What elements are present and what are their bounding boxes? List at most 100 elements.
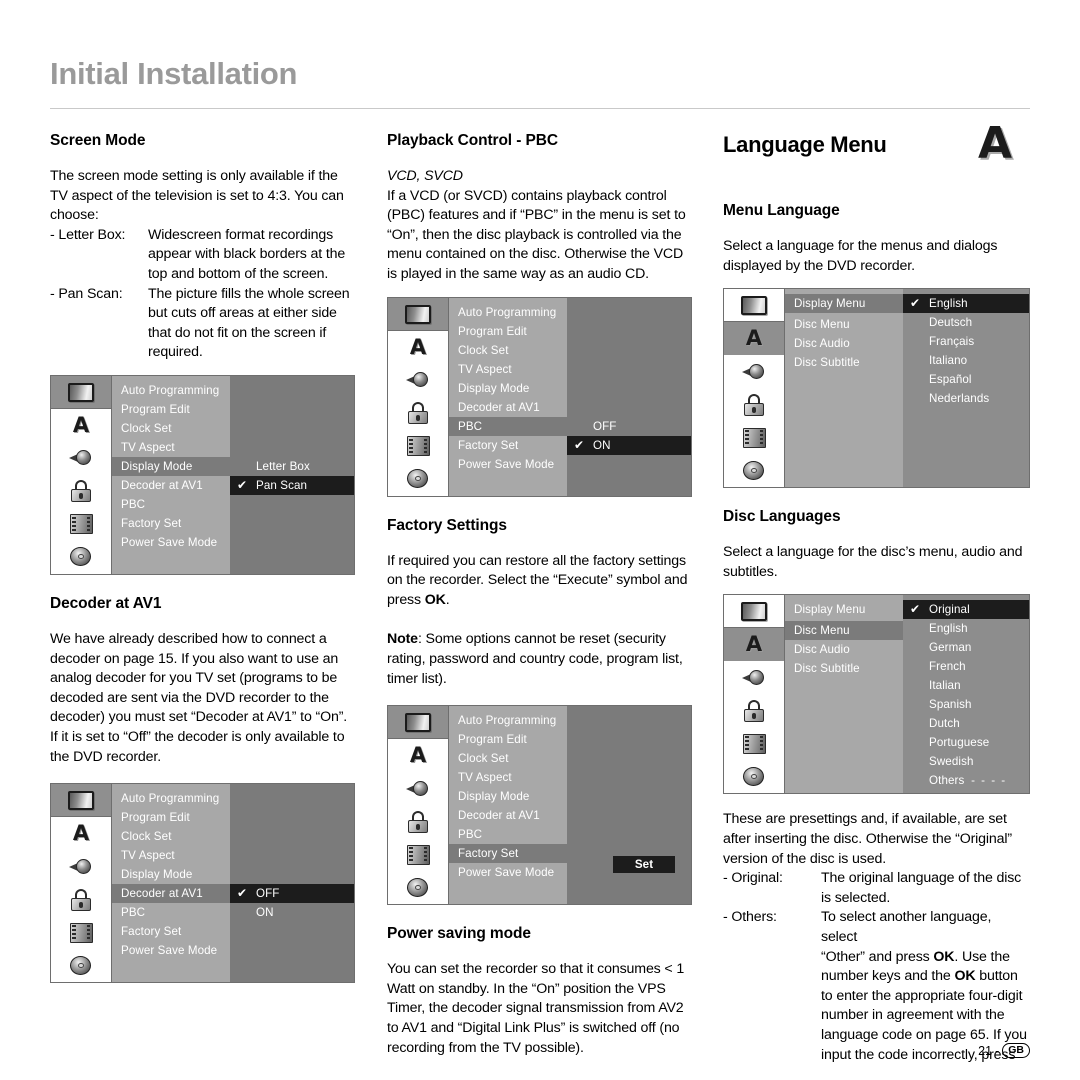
osd-menu-factory-set[interactable]: A Auto Programming Program Edit Clock Se… xyxy=(387,705,692,906)
speaker-icon[interactable] xyxy=(51,442,111,475)
film-icon[interactable] xyxy=(388,430,448,463)
osd-option[interactable]: German xyxy=(903,638,1029,657)
osd-item[interactable]: Power Save Mode xyxy=(112,941,230,960)
disc-icon[interactable] xyxy=(388,463,448,496)
osd-option-selected[interactable]: ✔ OFF xyxy=(230,884,354,904)
osd-option-others[interactable]: Others - - - - xyxy=(903,771,1029,790)
tv-icon[interactable] xyxy=(388,297,448,331)
letter-a-icon[interactable]: A xyxy=(388,739,448,772)
osd-item[interactable]: TV Aspect xyxy=(449,360,567,379)
osd-item[interactable]: TV Aspect xyxy=(112,438,230,457)
speaker-icon[interactable] xyxy=(724,355,784,388)
osd-item[interactable]: Power Save Mode xyxy=(112,533,230,552)
osd-item-selected[interactable]: Disc Menu xyxy=(785,621,903,641)
letter-a-icon[interactable]: A xyxy=(724,322,784,356)
film-icon[interactable] xyxy=(388,838,448,871)
letter-a-icon[interactable]: A xyxy=(51,817,111,850)
disc-icon[interactable] xyxy=(388,871,448,904)
lock-icon[interactable] xyxy=(51,883,111,916)
tv-icon[interactable] xyxy=(724,595,784,629)
osd-menu-language[interactable]: A Display Menu Disc Menu Disc Audio Disc… xyxy=(723,288,1030,489)
osd-option-selected[interactable]: ✔ Pan Scan xyxy=(230,475,354,495)
osd-menu-pbc[interactable]: A Auto Programming Program Edit Clock Se… xyxy=(387,296,692,497)
osd-option[interactable]: Swedish xyxy=(903,752,1029,771)
disc-icon[interactable] xyxy=(724,454,784,487)
lock-icon[interactable] xyxy=(724,694,784,727)
osd-item[interactable]: Program Edit xyxy=(112,400,230,419)
osd-option[interactable]: Portuguese xyxy=(903,733,1029,752)
osd-item-selected[interactable]: Factory Set xyxy=(449,844,567,864)
osd-item[interactable]: Disc Subtitle xyxy=(785,353,903,372)
speaker-icon[interactable] xyxy=(388,772,448,805)
osd-option[interactable]: Español xyxy=(903,370,1029,389)
disc-icon[interactable] xyxy=(51,541,111,574)
osd-item[interactable]: Clock Set xyxy=(449,749,567,768)
osd-option[interactable]: Français xyxy=(903,332,1029,351)
osd-item[interactable]: Auto Programming xyxy=(112,789,230,808)
set-button[interactable]: Set xyxy=(613,856,675,874)
osd-item[interactable]: Power Save Mode xyxy=(449,863,567,882)
osd-item[interactable]: Clock Set xyxy=(112,419,230,438)
speaker-icon[interactable] xyxy=(388,364,448,397)
disc-icon[interactable] xyxy=(724,760,784,793)
osd-option[interactable]: Italiano xyxy=(903,351,1029,370)
osd-item[interactable]: Program Edit xyxy=(449,322,567,341)
osd-item[interactable]: PBC xyxy=(112,495,230,514)
osd-item-selected[interactable]: Display Menu xyxy=(785,294,903,314)
osd-option-selected[interactable]: ✔ ON xyxy=(567,435,691,455)
osd-item[interactable]: Factory Set xyxy=(449,436,567,455)
lock-icon[interactable] xyxy=(388,397,448,430)
osd-menu-disc-languages[interactable]: A Display Menu Disc Menu Disc Audio Disc… xyxy=(723,594,1030,795)
film-icon[interactable] xyxy=(51,916,111,949)
lock-icon[interactable] xyxy=(388,805,448,838)
osd-option[interactable]: Nederlands xyxy=(903,389,1029,408)
film-icon[interactable] xyxy=(724,727,784,760)
osd-menu-decoder[interactable]: A Auto Programming Program Edit Clock Se… xyxy=(50,783,355,984)
osd-item[interactable]: Power Save Mode xyxy=(449,455,567,474)
osd-option-selected[interactable]: ✔ Original xyxy=(903,600,1029,620)
osd-item[interactable]: Auto Programming xyxy=(112,381,230,400)
osd-option[interactable]: OFF xyxy=(567,417,691,436)
osd-item[interactable]: Disc Menu xyxy=(785,315,903,334)
osd-item-selected[interactable]: PBC xyxy=(449,416,567,436)
tv-icon[interactable] xyxy=(724,289,784,323)
osd-item[interactable]: TV Aspect xyxy=(112,846,230,865)
osd-menu-display-mode[interactable]: A Auto Programming Program Edit Clock Se… xyxy=(50,374,355,575)
osd-item[interactable]: Display Menu xyxy=(785,600,903,619)
osd-option[interactable]: Letter Box xyxy=(230,457,354,476)
osd-item[interactable]: Auto Programming xyxy=(449,303,567,322)
letter-a-icon[interactable]: A xyxy=(388,331,448,364)
letter-a-icon[interactable]: A xyxy=(51,409,111,442)
osd-item[interactable]: Decoder at AV1 xyxy=(449,806,567,825)
osd-item[interactable]: Disc Subtitle xyxy=(785,659,903,678)
osd-item[interactable]: Disc Audio xyxy=(785,334,903,353)
osd-item[interactable]: Auto Programming xyxy=(449,711,567,730)
osd-item[interactable]: TV Aspect xyxy=(449,768,567,787)
osd-item[interactable]: Display Mode xyxy=(112,865,230,884)
speaker-icon[interactable] xyxy=(51,850,111,883)
tv-icon[interactable] xyxy=(388,706,448,740)
osd-item[interactable]: Factory Set xyxy=(112,922,230,941)
osd-option-selected[interactable]: ✔ English xyxy=(903,294,1029,314)
osd-item[interactable]: Clock Set xyxy=(112,827,230,846)
osd-item[interactable]: Clock Set xyxy=(449,341,567,360)
osd-item[interactable]: Display Mode xyxy=(449,379,567,398)
disc-icon[interactable] xyxy=(51,949,111,982)
osd-item-selected[interactable]: Decoder at AV1 xyxy=(112,884,230,904)
osd-item[interactable]: Disc Audio xyxy=(785,640,903,659)
film-icon[interactable] xyxy=(724,421,784,454)
osd-item[interactable]: PBC xyxy=(449,825,567,844)
speaker-icon[interactable] xyxy=(724,661,784,694)
osd-option[interactable]: Italian xyxy=(903,676,1029,695)
osd-item[interactable]: Program Edit xyxy=(449,730,567,749)
osd-item[interactable]: Decoder at AV1 xyxy=(112,476,230,495)
tv-icon[interactable] xyxy=(51,784,111,818)
osd-option[interactable]: Deutsch xyxy=(903,313,1029,332)
osd-option[interactable]: Spanish xyxy=(903,695,1029,714)
osd-item[interactable]: Factory Set xyxy=(112,514,230,533)
osd-option[interactable]: French xyxy=(903,657,1029,676)
osd-item[interactable]: Decoder at AV1 xyxy=(449,398,567,417)
osd-item-selected[interactable]: Display Mode xyxy=(112,456,230,476)
osd-option[interactable]: English xyxy=(903,619,1029,638)
letter-a-icon[interactable]: A xyxy=(724,628,784,662)
